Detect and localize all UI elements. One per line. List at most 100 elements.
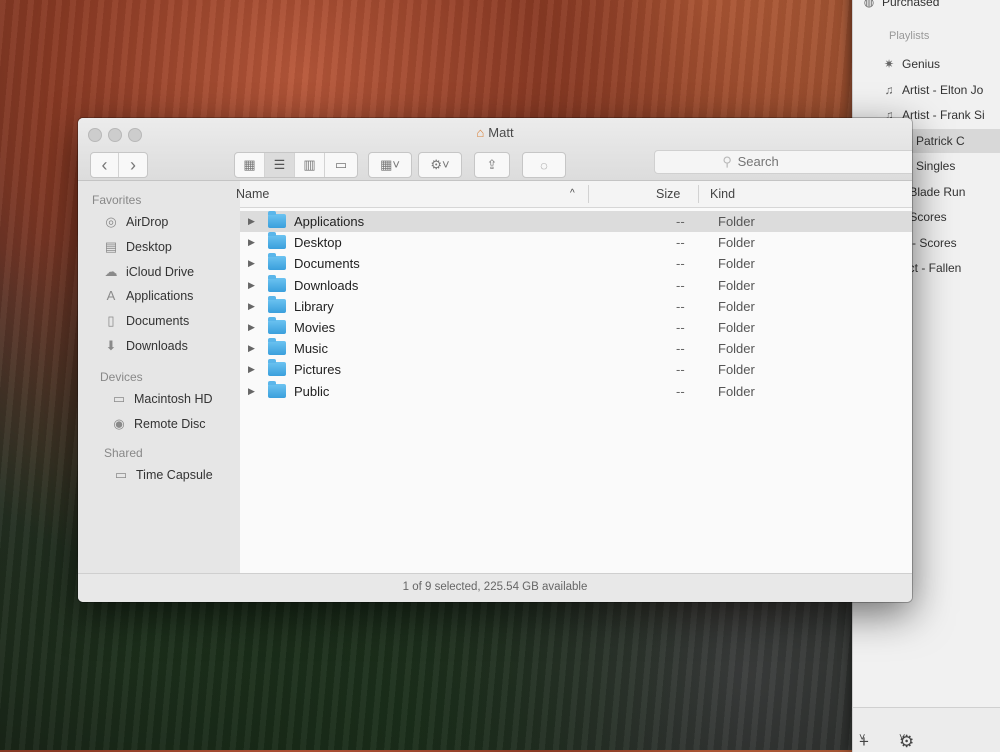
file-size: -- bbox=[676, 277, 685, 293]
itunes-playlist-item[interactable]: ♫ Artist - Elton Jo bbox=[853, 78, 1000, 102]
file-kind: Folder bbox=[718, 320, 755, 335]
home-folder-icon: ⌂ bbox=[476, 125, 485, 140]
window-title: ⌂ Matt bbox=[476, 125, 514, 140]
column-separator[interactable] bbox=[588, 185, 589, 203]
folder-icon bbox=[268, 232, 286, 250]
coverflow-view-icon: ▭ bbox=[334, 157, 348, 172]
itunes-bottom-bar: + ˅ ⚙ ˅ bbox=[853, 707, 1000, 752]
tag-button[interactable]: ◌ bbox=[523, 153, 565, 177]
name-column-header[interactable]: Name bbox=[236, 187, 269, 201]
column-headers: Name ^ Size Kind bbox=[236, 181, 912, 208]
sidebar-item-label: Time Capsule bbox=[136, 468, 213, 482]
disclosure-triangle-icon[interactable]: ▶ bbox=[248, 359, 255, 380]
list-view-button[interactable]: ☰ bbox=[265, 153, 295, 177]
file-kind: Folder bbox=[718, 277, 755, 293]
table-row[interactable]: ▶ Public -- Folder bbox=[240, 380, 912, 402]
sidebar-item-remote-disc[interactable]: ◉ Remote Disc bbox=[110, 413, 205, 435]
file-name: Library bbox=[294, 298, 334, 314]
folder-icon bbox=[268, 380, 286, 398]
disclosure-triangle-icon[interactable]: ▶ bbox=[248, 317, 255, 338]
sidebar-item-downloads[interactable]: ⬇ Downloads bbox=[102, 335, 188, 357]
disclosure-triangle-icon[interactable]: ▶ bbox=[248, 253, 255, 274]
sidebar-item-label: AirDrop bbox=[126, 215, 169, 229]
file-name: Documents bbox=[294, 256, 360, 272]
sidebar-item-time-capsule[interactable]: ▭ Time Capsule bbox=[112, 464, 213, 486]
disclosure-triangle-icon[interactable]: ▶ bbox=[248, 296, 255, 317]
status-bar: 1 of 9 selected, 225.54 GB available bbox=[78, 573, 912, 602]
coverflow-view-button[interactable]: ▭ bbox=[325, 153, 357, 177]
back-button[interactable]: ‹ bbox=[91, 153, 119, 177]
sidebar-item-icloud-drive[interactable]: ☁ iCloud Drive bbox=[102, 261, 195, 283]
disclosure-triangle-icon[interactable]: ▶ bbox=[248, 275, 255, 296]
forward-button[interactable]: › bbox=[119, 153, 147, 177]
file-kind: Folder bbox=[718, 298, 755, 314]
purchased-icon: ◍ bbox=[863, 0, 875, 9]
disclosure-triangle-icon[interactable]: ▶ bbox=[248, 338, 255, 359]
sidebar-item-label: Macintosh HD bbox=[134, 392, 213, 406]
file-name: Movies bbox=[294, 320, 336, 335]
file-kind: Folder bbox=[718, 362, 755, 378]
folder-icon bbox=[268, 253, 286, 271]
playlist-icon: ♫ bbox=[884, 82, 894, 97]
itunes-purchased-item[interactable]: ◍ Purchased bbox=[853, 0, 1000, 14]
finder-titlebar: ⌂ Matt ‹ › ▦ ☰ ▥ ▭ ▦˅ ⚙˅ ⇪ ◌ ⚲ bbox=[78, 118, 912, 181]
icon-view-icon: ▦ bbox=[243, 157, 256, 172]
shared-header: Shared bbox=[104, 446, 143, 460]
sidebar-item-label: Documents bbox=[126, 314, 190, 329]
itunes-playlist-item[interactable]: ✷ Genius bbox=[853, 52, 1000, 76]
sidebar-item-applications[interactable]: A Applications bbox=[102, 285, 194, 307]
table-row[interactable]: ▶ Applications -- Folder bbox=[240, 211, 912, 232]
genius-icon: ✷ bbox=[883, 57, 895, 71]
sidebar-item-documents[interactable]: ▯ Documents bbox=[102, 310, 189, 332]
column-separator[interactable] bbox=[698, 185, 699, 203]
file-name: Pictures bbox=[294, 362, 341, 378]
sidebar-item-macintosh-hd[interactable]: ▭ Macintosh HD bbox=[110, 388, 213, 410]
table-row[interactable]: ▶ Downloads -- Folder bbox=[240, 274, 912, 296]
share-button[interactable]: ⇪ bbox=[475, 153, 509, 177]
table-row[interactable]: ▶ Movies -- Folder bbox=[240, 317, 912, 338]
nav-buttons: ‹ › bbox=[90, 152, 148, 178]
size-column-header[interactable]: Size bbox=[656, 187, 680, 201]
folder-icon bbox=[268, 338, 286, 356]
file-size: -- bbox=[676, 341, 685, 357]
arrange-group: ▦˅ bbox=[368, 152, 412, 178]
column-view-button[interactable]: ▥ bbox=[295, 153, 325, 177]
file-kind: Folder bbox=[718, 341, 755, 357]
remote-disc-icon: ◉ bbox=[113, 415, 125, 431]
table-row[interactable]: ▶ Desktop -- Folder bbox=[240, 232, 912, 253]
disclosure-triangle-icon[interactable]: ▶ bbox=[248, 381, 255, 402]
share-group: ⇪ bbox=[474, 152, 510, 178]
file-name: Music bbox=[294, 341, 328, 357]
file-size: -- bbox=[676, 256, 685, 272]
action-button[interactable]: ⚙˅ bbox=[419, 153, 461, 177]
chevron-left-icon: ‹ bbox=[101, 154, 108, 175]
folder-icon bbox=[268, 317, 286, 334]
arrange-icon: ▦˅ bbox=[380, 157, 400, 172]
itunes-playlist-label: Artist - Elton Jo bbox=[902, 82, 984, 97]
table-row[interactable]: ▶ Library -- Folder bbox=[240, 295, 912, 317]
sidebar-item-airdrop[interactable]: ◎ AirDrop bbox=[102, 211, 168, 233]
disclosure-triangle-icon[interactable]: ▶ bbox=[248, 232, 255, 253]
search-input[interactable] bbox=[735, 153, 850, 170]
sidebar-item-desktop[interactable]: ▤ Desktop bbox=[102, 236, 172, 258]
file-size: -- bbox=[676, 235, 685, 251]
file-size: -- bbox=[676, 214, 685, 229]
disclosure-triangle-icon[interactable]: ▶ bbox=[248, 211, 255, 232]
file-name: Applications bbox=[294, 214, 365, 229]
table-row[interactable]: ▶ Music -- Folder bbox=[240, 338, 912, 359]
kind-column-header[interactable]: Kind bbox=[710, 187, 735, 201]
sidebar-item-label: Applications bbox=[126, 289, 194, 304]
table-row[interactable]: ▶ Documents -- Folder bbox=[240, 253, 912, 274]
file-kind: Folder bbox=[718, 256, 755, 272]
arrange-button[interactable]: ▦˅ bbox=[369, 153, 411, 177]
itunes-playlist-label: Genius bbox=[902, 57, 941, 71]
search-field[interactable]: ⚲ bbox=[654, 150, 912, 174]
table-row[interactable]: ▶ Pictures -- Folder bbox=[240, 359, 912, 380]
applications-icon: A bbox=[106, 288, 116, 304]
file-size: -- bbox=[676, 362, 685, 378]
desktop-icon: ▤ bbox=[104, 238, 118, 254]
tag-icon: ◌ bbox=[540, 157, 548, 173]
itunes-playlists-header: Playlists bbox=[889, 30, 930, 42]
airdrop-icon: ◎ bbox=[105, 214, 117, 229]
icon-view-button[interactable]: ▦ bbox=[235, 153, 265, 177]
